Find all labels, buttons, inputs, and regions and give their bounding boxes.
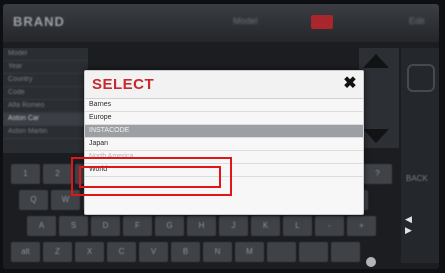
- option-japan[interactable]: Japan: [85, 138, 363, 151]
- brand-logo: BRAND: [13, 14, 65, 29]
- option-list: Barnes Europe INSTACODE Japan North Amer…: [85, 99, 363, 177]
- key[interactable]: J: [219, 216, 248, 236]
- list-item[interactable]: Aston Car: [3, 113, 88, 126]
- key[interactable]: -: [315, 216, 344, 236]
- option-instacode[interactable]: INSTACODE: [85, 125, 363, 138]
- option-barnes[interactable]: Barnes: [85, 99, 363, 112]
- scroll-down-icon[interactable]: [363, 129, 389, 143]
- key[interactable]: Q: [19, 190, 48, 210]
- list-item[interactable]: Code: [3, 87, 88, 100]
- key[interactable]: [267, 242, 296, 262]
- option-europe[interactable]: Europe: [85, 112, 363, 125]
- key[interactable]: V: [139, 242, 168, 262]
- key[interactable]: F: [123, 216, 152, 236]
- enter-icon[interactable]: [366, 257, 376, 267]
- key[interactable]: N: [203, 242, 232, 262]
- close-button[interactable]: ✖: [341, 75, 359, 93]
- background-list: Model Year Country Code Alfa Romeo Aston…: [3, 48, 88, 153]
- key[interactable]: 1: [11, 164, 40, 184]
- list-item[interactable]: Aston Martin: [3, 126, 88, 139]
- key[interactable]: 2: [43, 164, 72, 184]
- list-item[interactable]: Model: [3, 48, 88, 61]
- dialog-header: SELECT ✖: [85, 71, 363, 99]
- list-item[interactable]: Alfa Romeo: [3, 100, 88, 113]
- key[interactable]: X: [75, 242, 104, 262]
- select-dialog: SELECT ✖ Barnes Europe INSTACODE Japan N…: [84, 70, 364, 215]
- edit-label[interactable]: Edit: [409, 16, 425, 26]
- key[interactable]: K: [251, 216, 280, 236]
- key-logo-icon: [407, 64, 435, 92]
- key[interactable]: [331, 242, 360, 262]
- list-item[interactable]: Year: [3, 61, 88, 74]
- key[interactable]: +: [347, 216, 376, 236]
- key[interactable]: M: [235, 242, 264, 262]
- model-field-label: Model: [233, 16, 258, 26]
- option-world[interactable]: World: [85, 164, 363, 177]
- scroll-up-icon[interactable]: [363, 54, 389, 68]
- key[interactable]: D: [91, 216, 120, 236]
- arrow-keys-icon[interactable]: ◀ ▶: [405, 214, 439, 236]
- key[interactable]: S: [59, 216, 88, 236]
- key[interactable]: W: [51, 190, 80, 210]
- back-button[interactable]: BACK: [406, 174, 428, 183]
- list-item[interactable]: Country: [3, 74, 88, 87]
- key[interactable]: G: [155, 216, 184, 236]
- option-north-america[interactable]: North America: [85, 151, 363, 164]
- key[interactable]: H: [187, 216, 216, 236]
- top-bar: BRAND Model Edit: [3, 4, 439, 42]
- key[interactable]: ?: [363, 164, 392, 184]
- key[interactable]: L: [283, 216, 312, 236]
- key[interactable]: Z: [43, 242, 72, 262]
- key[interactable]: A: [27, 216, 56, 236]
- key[interactable]: C: [107, 242, 136, 262]
- key[interactable]: B: [171, 242, 200, 262]
- key[interactable]: [299, 242, 328, 262]
- dialog-title: SELECT: [92, 76, 155, 93]
- status-indicator[interactable]: [311, 15, 333, 29]
- key[interactable]: alt: [11, 242, 40, 262]
